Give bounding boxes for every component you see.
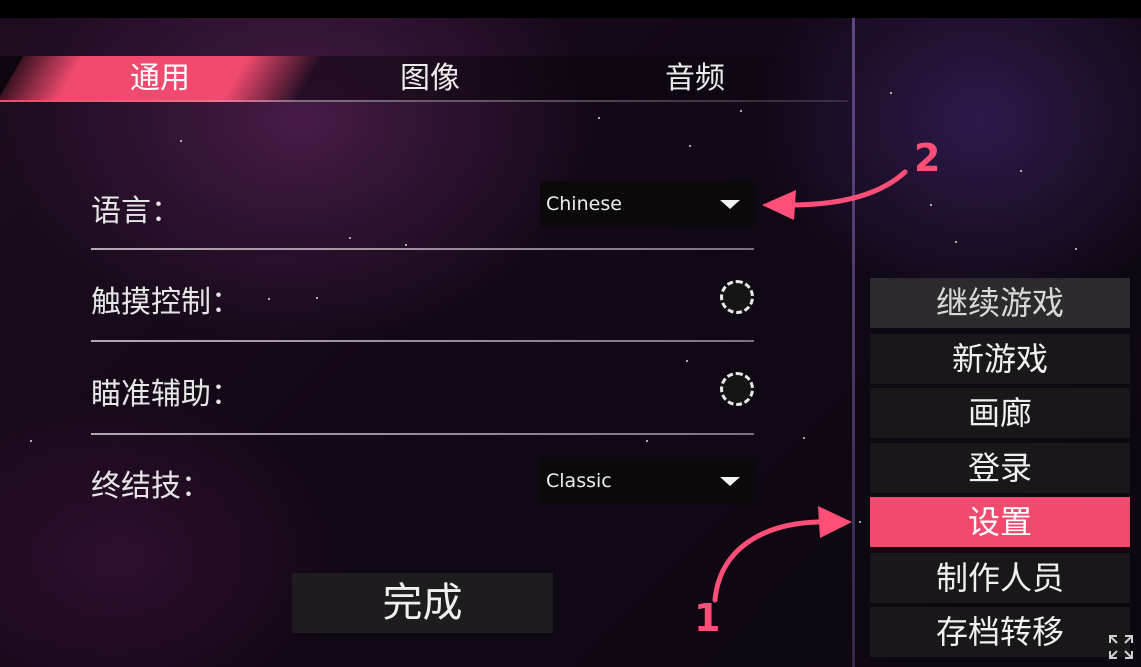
caret-down-icon (720, 477, 740, 486)
annotation-number-2: 2 (914, 136, 941, 180)
aim-assist-toggle[interactable] (720, 372, 754, 406)
arrow-head-icon (818, 506, 852, 538)
separator (91, 340, 754, 342)
separator (91, 248, 754, 250)
caret-down-icon (720, 200, 740, 209)
menu-new-game[interactable]: 新游戏 (870, 334, 1130, 384)
top-bar (0, 0, 1141, 18)
done-button[interactable]: 完成 (292, 573, 553, 633)
tab-underline (0, 100, 848, 102)
language-value: Chinese (546, 193, 622, 215)
touch-control-toggle[interactable] (720, 280, 754, 314)
separator (91, 433, 754, 435)
menu-login[interactable]: 登录 (870, 443, 1130, 493)
panel-divider (852, 18, 855, 667)
menu-credits[interactable]: 制作人员 (870, 553, 1130, 603)
menu-continue-game[interactable]: 继续游戏 (870, 278, 1130, 328)
finisher-label: 终结技： (91, 469, 211, 504)
arrow-to-settings (712, 519, 833, 603)
annotation-number-1: 1 (694, 596, 721, 640)
menu-settings[interactable]: 设置 (870, 497, 1130, 547)
finisher-dropdown[interactable]: Classic (540, 458, 754, 504)
menu-gallery[interactable]: 画廊 (870, 388, 1130, 438)
arrow-to-language-dropdown (787, 169, 908, 208)
tab-graphics[interactable]: 图像 (360, 56, 500, 102)
tab-general[interactable]: 通用 (90, 56, 230, 102)
touch-control-label: 触摸控制： (91, 285, 241, 320)
fullscreen-icon[interactable] (1108, 634, 1134, 660)
arrow-head-icon (762, 190, 796, 220)
aim-assist-label: 瞄准辅助： (91, 377, 241, 412)
tab-audio[interactable]: 音频 (625, 56, 765, 102)
language-dropdown[interactable]: Chinese (540, 181, 754, 227)
finisher-value: Classic (546, 470, 612, 492)
menu-save-transfer[interactable]: 存档转移 (870, 607, 1130, 657)
language-label: 语言： (91, 194, 181, 229)
